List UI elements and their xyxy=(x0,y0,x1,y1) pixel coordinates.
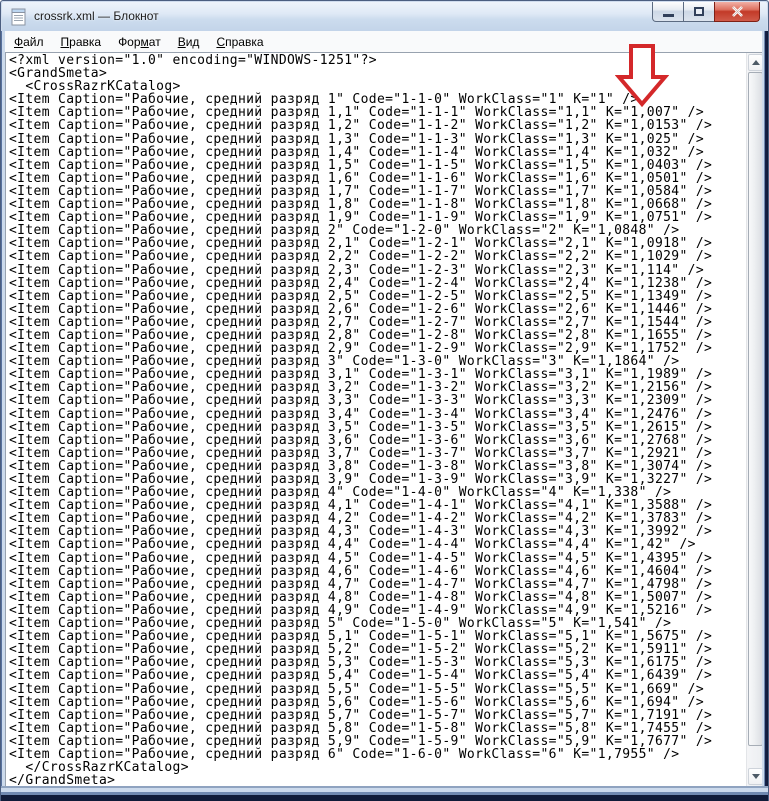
xml-line: <Item Caption="Рабочие, средний разряд 3… xyxy=(9,432,713,448)
xml-line: <Item Caption="Рабочие, средний разряд 1… xyxy=(9,144,705,160)
notepad-document-icon xyxy=(11,8,26,26)
xml-line: <Item Caption="Рабочие, средний разряд 3… xyxy=(9,406,713,422)
xml-line: <Item Caption="Рабочие, средний разряд 1… xyxy=(9,118,713,134)
menu-help[interactable]: Справка xyxy=(209,33,270,51)
xml-line: <Item Caption="Рабочие, средний разряд 4… xyxy=(9,589,713,605)
maximize-button[interactable] xyxy=(683,2,715,22)
scroll-up-arrow-icon xyxy=(751,60,760,65)
xml-line: <Item Caption="Рабочие, средний разряд 2… xyxy=(9,288,713,304)
scroll-down-arrow-icon xyxy=(751,774,760,779)
xml-line: <Item Caption="Рабочие, средний разряд 5… xyxy=(9,707,713,723)
notepad-window: crossrk.xml — Блокнот Файл Правка Формат Ви… xyxy=(0,0,769,801)
xml-line: <Item Caption="Рабочие, средний разряд 5… xyxy=(9,681,705,697)
xml-line: <Item Caption="Рабочие, средний разряд 2… xyxy=(9,249,713,265)
xml-line: <Item Caption="Рабочие, средний разряд 2… xyxy=(9,314,713,330)
xml-line: </GrandSmeta> xyxy=(9,773,116,786)
xml-line: <Item Caption="Рабочие, средний разряд 3… xyxy=(9,419,713,435)
xml-line: <Item Caption="Рабочие, средний разряд 3… xyxy=(9,445,713,461)
xml-line: <Item Caption="Рабочие, средний разряд 4… xyxy=(9,576,713,592)
minimize-icon xyxy=(662,14,674,17)
titlebar[interactable]: crossrk.xml — Блокнот xyxy=(2,2,767,31)
xml-line: <Item Caption="Рабочие, средний разряд 1… xyxy=(9,170,713,186)
xml-line: </CrossRazrKCatalog> xyxy=(9,760,189,776)
scroll-down-button[interactable] xyxy=(748,768,763,785)
scroll-up-button[interactable] xyxy=(748,54,763,71)
menu-file[interactable]: Файл xyxy=(7,33,51,51)
xml-line: <Item Caption="Рабочие, средний разряд 4… xyxy=(9,550,713,566)
xml-line: <Item Caption="Рабочие, средний разряд 4… xyxy=(9,537,696,553)
window-title: crossrk.xml — Блокнот xyxy=(34,9,159,23)
red-down-arrow-icon xyxy=(615,44,669,108)
maximize-icon xyxy=(694,7,704,16)
xml-line: <Item Caption="Рабочие, средний разряд 2… xyxy=(9,301,713,317)
close-button[interactable] xyxy=(714,2,760,22)
xml-line: <Item Caption="Рабочие, средний разряд 5… xyxy=(9,694,705,710)
scrollbar-thumb[interactable] xyxy=(748,72,763,746)
xml-line: <Item Caption="Рабочие, средний разряд 5… xyxy=(9,733,713,749)
minimize-button[interactable] xyxy=(652,2,684,22)
editor-area[interactable]: <?xml version="1.0" encoding="WINDOWS-12… xyxy=(5,52,764,787)
menu-format[interactable]: Формат xyxy=(111,33,168,51)
xml-text[interactable]: <?xml version="1.0" encoding="WINDOWS-12… xyxy=(9,54,745,786)
menu-view[interactable]: Вид xyxy=(171,33,207,51)
window-frame-bottom xyxy=(1,786,768,801)
xml-line: <Item Caption="Рабочие, средний разряд 3… xyxy=(9,393,713,409)
xml-line: <Item Caption="Рабочие, средний разряд 1… xyxy=(9,131,705,147)
window-frame-left xyxy=(1,31,5,786)
close-icon xyxy=(731,6,743,17)
xml-line: <Item Caption="Рабочие, средний разряд 5… xyxy=(9,720,713,736)
xml-line: <Item Caption="Рабочие, средний разряд 4… xyxy=(9,563,713,579)
xml-line: <Item Caption="Рабочие, средний разряд 5… xyxy=(9,668,713,684)
window-frame-right xyxy=(762,31,768,786)
menu-edit[interactable]: Правка xyxy=(54,33,109,51)
xml-line: <Item Caption="Рабочие, средний разряд 1… xyxy=(9,157,713,173)
caption-buttons xyxy=(652,2,760,22)
vertical-scrollbar[interactable] xyxy=(746,53,763,786)
xml-line: <Item Caption="Рабочие, средний разряд 2… xyxy=(9,275,713,291)
xml-line: <Item Caption="Рабочие, средний разряд 2… xyxy=(9,262,705,278)
